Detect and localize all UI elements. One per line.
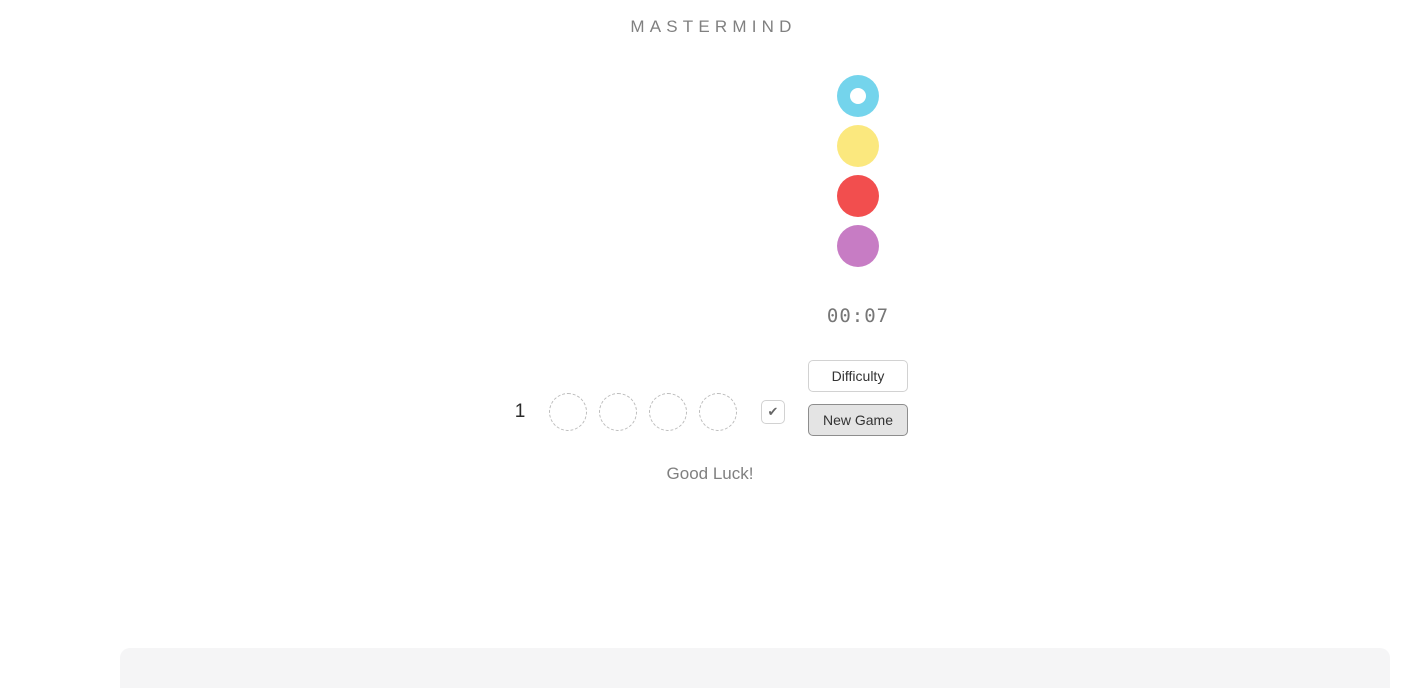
guess-slot-1[interactable] [549, 393, 587, 431]
game-timer: 00:07 [826, 305, 890, 327]
difficulty-button[interactable]: Difficulty [808, 360, 908, 392]
palette-peg-yellow[interactable] [837, 125, 879, 167]
new-game-button[interactable]: New Game [808, 404, 908, 436]
control-panel: Difficulty New Game [808, 360, 908, 448]
guess-slot-group [549, 393, 749, 431]
guess-row-number: 1 [514, 401, 526, 422]
palette-peg-cyan[interactable] [837, 75, 879, 117]
guess-slot-2[interactable] [599, 393, 637, 431]
status-message: Good Luck! [666, 464, 754, 483]
page-title: MASTERMIND [630, 17, 797, 36]
palette-peg-red[interactable] [837, 175, 879, 217]
check-icon[interactable]: ✔ [761, 400, 785, 424]
bottom-panel [120, 648, 1390, 688]
palette-peg-purple[interactable] [837, 225, 879, 267]
color-palette [837, 75, 879, 275]
guess-slot-4[interactable] [699, 393, 737, 431]
guess-slot-3[interactable] [649, 393, 687, 431]
guess-row: 1 ✔ [505, 392, 785, 432]
